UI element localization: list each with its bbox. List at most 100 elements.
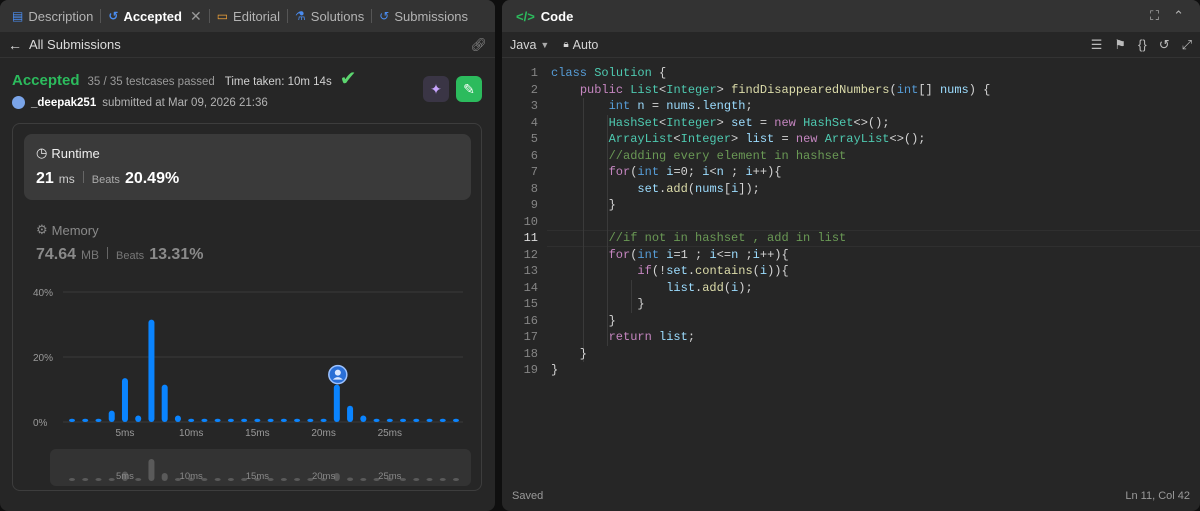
chart-bar — [280, 418, 287, 422]
code-line[interactable]: 5 ArrayList<Integer> list = new ArrayLis… — [502, 131, 1200, 148]
code-line[interactable]: 8 set.add(nums[i]); — [502, 181, 1200, 198]
lock-icon: 🔒︎ — [563, 39, 569, 50]
navigator-tick-label: 10ms — [180, 471, 203, 482]
x-tick-label: 25ms — [378, 428, 402, 439]
chart-bar — [227, 418, 234, 422]
line-content: HashSet<Integer> set = new HashSet<>(); — [608, 115, 890, 130]
line-content: } — [551, 313, 616, 328]
edit-note-button[interactable]: ✎ — [456, 76, 482, 102]
chart-bar — [148, 319, 155, 422]
navigator-bar — [426, 478, 433, 481]
code-line[interactable]: 6 //adding every element in hashset — [502, 148, 1200, 165]
mode-value: Auto — [572, 37, 599, 52]
arrow-left-icon[interactable]: ← — [8, 37, 22, 53]
language-value: Java — [510, 37, 537, 52]
chart-bar — [413, 418, 420, 422]
line-content: //adding every element in hashset — [608, 148, 847, 163]
close-icon[interactable]: ✕ — [190, 8, 202, 25]
maximize-icon[interactable]: ⛶ — [1150, 8, 1159, 24]
code-line[interactable]: 9 } — [502, 197, 1200, 214]
line-number: 10 — [523, 214, 538, 229]
line-content: ArrayList<Integer> list = new ArrayList<… — [608, 132, 926, 146]
navigator-bar — [95, 478, 102, 481]
y-tick-label: 0% — [33, 418, 48, 429]
ai-analyze-button[interactable]: ✦ — [423, 76, 449, 102]
chart-bar — [201, 418, 208, 422]
username[interactable]: _deepak251 — [31, 97, 96, 109]
bookmark-icon[interactable]: ⚑ — [1114, 37, 1126, 53]
history-icon: ↺ — [108, 9, 119, 23]
chart-bar — [307, 418, 314, 422]
chart-bar — [426, 418, 433, 422]
line-content: class Solution { — [551, 66, 667, 80]
code-line[interactable]: 7 for(int i=0; i<n ; i++){ — [502, 164, 1200, 181]
code-line[interactable]: 1 class Solution { — [502, 65, 1200, 82]
code-panel: </> Code ⛶ ⌃ Java ▼ 🔒︎ Auto ☰ ⚑ {} ↺ ⤢ 1… — [502, 0, 1200, 511]
chevron-up-icon[interactable]: ⌃ — [1173, 8, 1184, 24]
chart-bar — [108, 410, 115, 422]
navigator-bar — [82, 478, 89, 481]
status-accepted: Accepted — [12, 72, 80, 89]
navigator-tick-label: 25ms — [378, 471, 401, 482]
code-line[interactable]: 10 — [502, 214, 1200, 231]
time-taken: Time taken: 10m 14s — [224, 76, 332, 88]
code-line[interactable]: 4 HashSet<Integer> set = new HashSet<>()… — [502, 115, 1200, 132]
mode-toggle[interactable]: 🔒︎ Auto — [563, 38, 598, 52]
chart-bar — [373, 418, 380, 422]
line-content: } — [551, 198, 616, 212]
tab-description[interactable]: ▤ Description — [6, 0, 99, 32]
chart-bar — [161, 384, 168, 422]
navigator-bar — [227, 478, 234, 481]
code-line[interactable]: 2 public List<Integer> findDisappearedNu… — [502, 82, 1200, 99]
code-line[interactable]: 14 list.add(i); — [502, 280, 1200, 297]
y-tick-label: 20% — [33, 353, 53, 364]
code-line[interactable]: 13 if(!set.contains(i)){ — [502, 263, 1200, 280]
braces-icon[interactable]: {} — [1138, 37, 1147, 53]
chart-bar — [135, 415, 142, 422]
navigator-bar — [280, 478, 287, 481]
tab-solutions[interactable]: ⚗ Solutions — [289, 0, 370, 32]
language-select[interactable]: Java ▼ — [510, 38, 549, 52]
navigator-bar — [347, 477, 354, 481]
code-editor[interactable]: 1 class Solution {2 public List<Integer> … — [502, 59, 1200, 479]
reset-icon[interactable]: ↺ — [1159, 37, 1170, 53]
expand-icon[interactable]: ⤢ — [1182, 37, 1192, 53]
all-submissions-link[interactable]: All Submissions — [29, 37, 121, 52]
line-content: } — [551, 346, 588, 361]
code-line[interactable]: 19} — [502, 362, 1200, 379]
runtime-distribution-chart[interactable]: 40% 20% 0% 5ms 10ms 15ms 20ms 25ms 5ms 10ms 15ms 20… — [13, 124, 483, 492]
line-number: 4 — [530, 115, 538, 130]
line-number: 2 — [530, 82, 538, 97]
format-icon[interactable]: ☰ — [1091, 37, 1103, 53]
performance-stats: ◷ Runtime 21 ms Beats 20.49% ⚙ Memory 74… — [12, 123, 482, 491]
chart-bar — [267, 418, 274, 422]
tab-solutions-label: Solutions — [310, 8, 365, 24]
chart-bar — [439, 418, 446, 422]
line-number: 11 — [523, 231, 538, 245]
code-line[interactable]: 17 return list; — [502, 329, 1200, 346]
code-title: </> Code — [508, 9, 573, 24]
chart-bar — [347, 405, 354, 422]
code-line[interactable]: 16 } — [502, 313, 1200, 330]
description-icon: ▤ — [12, 9, 24, 23]
tab-accepted[interactable]: ↺ Accepted ✕ — [102, 0, 207, 32]
x-tick-label: 20ms — [311, 428, 335, 439]
code-line[interactable]: 12 for(int i=1 ; i<=n ;i++){ — [502, 247, 1200, 264]
chart-bar — [453, 418, 459, 422]
tab-submissions[interactable]: ↺ Submissions — [373, 0, 474, 32]
link-icon[interactable]: 🔗︎ — [470, 37, 487, 53]
code-line[interactable]: 15 } — [502, 296, 1200, 313]
chart-bar — [400, 418, 407, 422]
avatar[interactable] — [12, 96, 25, 109]
line-number: 5 — [530, 132, 538, 146]
code-line[interactable]: 3 int n = nums.length; — [502, 98, 1200, 115]
line-content: for(int i=1 ; i<=n ;i++){ — [608, 247, 789, 262]
line-number: 15 — [523, 297, 538, 311]
line-number: 14 — [523, 280, 538, 295]
navigator-tick-label: 20ms — [312, 471, 335, 482]
code-line[interactable]: 18 } — [502, 346, 1200, 363]
code-line[interactable]: 11 //if not in hashset , add in list — [502, 230, 1200, 247]
tab-editorial[interactable]: ▭ Editorial — [211, 0, 286, 32]
line-content: } — [551, 363, 559, 377]
check-icon: ✔ — [339, 68, 357, 90]
